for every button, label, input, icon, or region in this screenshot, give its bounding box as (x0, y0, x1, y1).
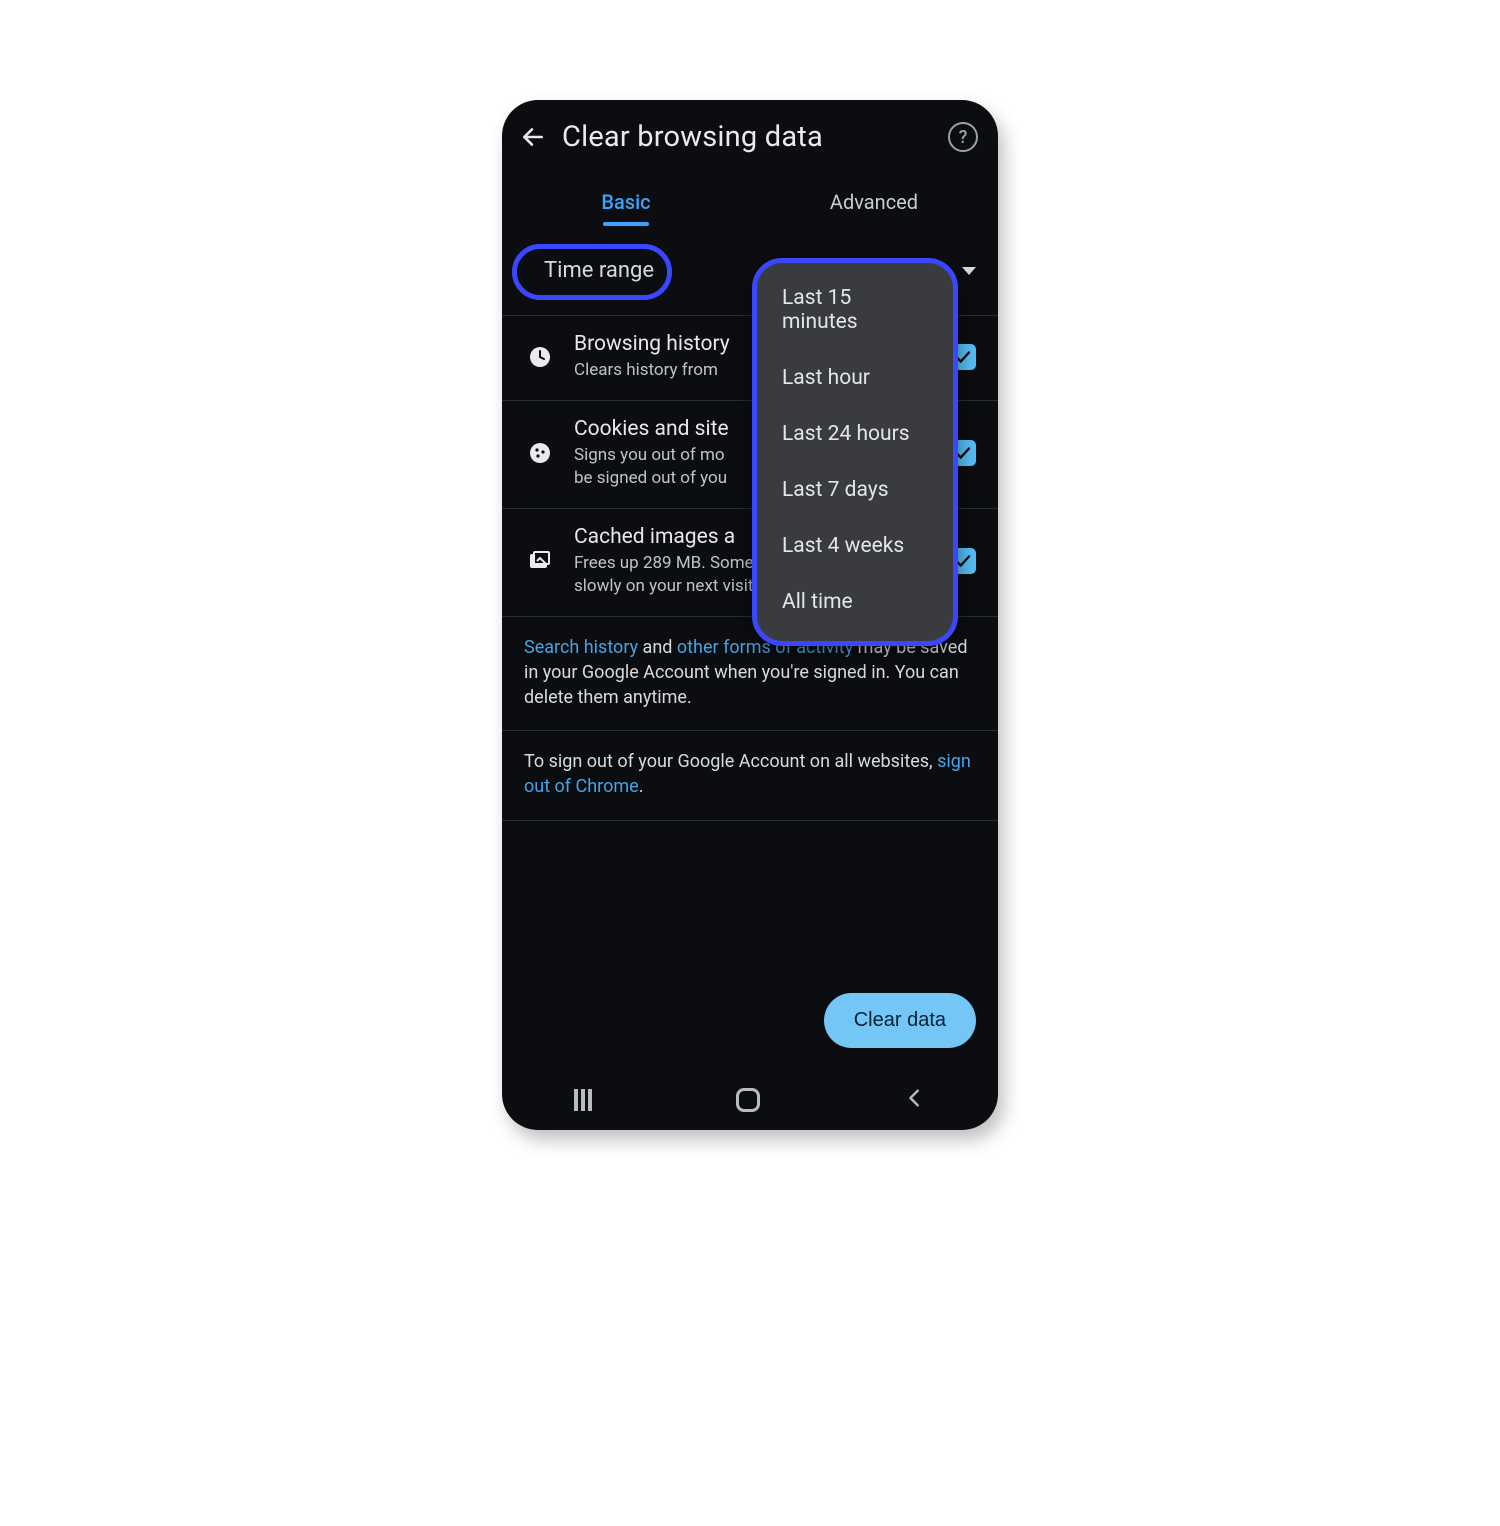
time-option[interactable]: All time (754, 574, 956, 630)
nav-recent-icon[interactable] (574, 1089, 592, 1111)
link-search-history[interactable]: Search history (524, 637, 638, 658)
time-option[interactable]: Last 15 minutes (754, 270, 956, 350)
time-range-dropdown[interactable]: Last 15 minutes Last hour Last 24 hours … (754, 260, 956, 644)
time-option[interactable]: Last 4 weeks (754, 518, 956, 574)
phone-screen: Clear browsing data ? Basic Advanced Tim… (502, 100, 998, 1130)
nav-back-icon[interactable] (904, 1087, 926, 1113)
app-bar: Clear browsing data ? (502, 100, 998, 162)
page-title: Clear browsing data (562, 120, 934, 154)
tab-basic[interactable]: Basic (502, 176, 750, 226)
back-icon[interactable] (518, 122, 548, 152)
clear-data-area: Clear data (824, 993, 976, 1048)
info-sign-out: To sign out of your Google Account on al… (502, 731, 998, 820)
time-option[interactable]: Last 24 hours (754, 406, 956, 462)
help-icon[interactable]: ? (948, 122, 978, 152)
time-option[interactable]: Last hour (754, 350, 956, 406)
android-nav-bar (502, 1070, 998, 1130)
chevron-down-icon (962, 267, 976, 275)
tab-advanced[interactable]: Advanced (750, 176, 998, 226)
tabs: Basic Advanced (502, 176, 998, 226)
clear-data-button[interactable]: Clear data (824, 993, 976, 1048)
time-option[interactable]: Last 7 days (754, 462, 956, 518)
cookie-icon (524, 441, 556, 465)
clock-icon (524, 345, 556, 369)
time-range-label: Time range (524, 252, 674, 289)
screenshot-frame: Clear browsing data ? Basic Advanced Tim… (400, 60, 1100, 1180)
nav-home-icon[interactable] (736, 1088, 760, 1112)
image-icon (524, 549, 556, 573)
